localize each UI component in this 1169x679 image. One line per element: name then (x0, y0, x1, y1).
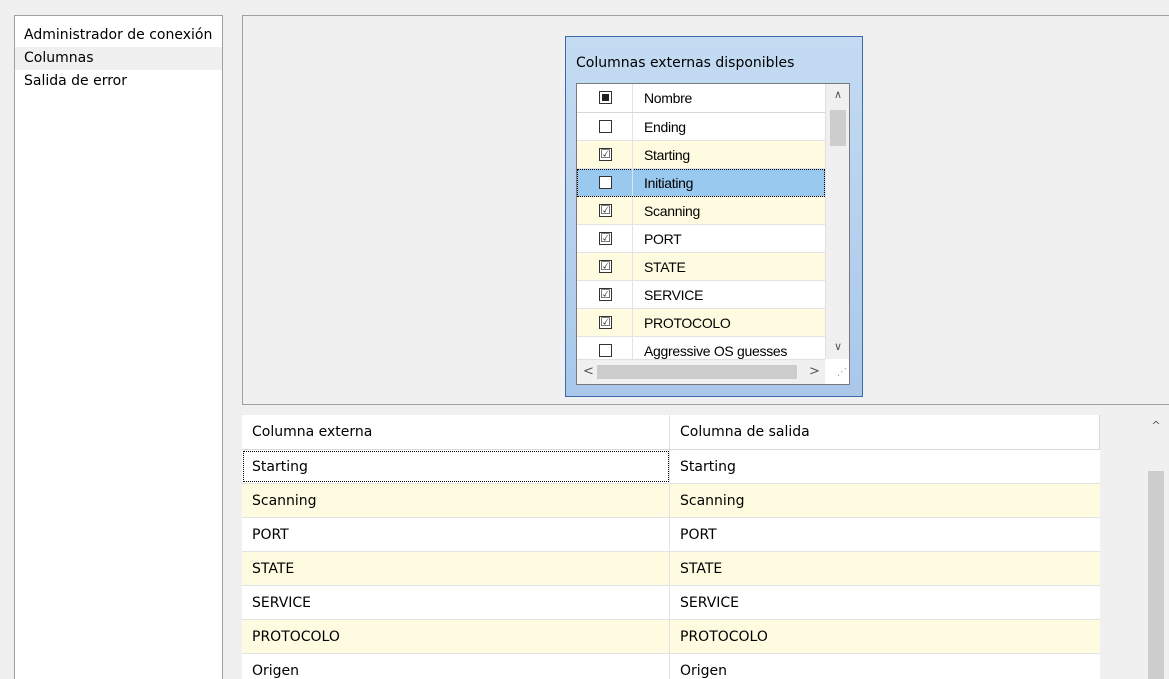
column-mapping-grid[interactable]: Columna externa Columna de salida Starti… (242, 415, 1169, 679)
list-item-label: PROTOCOLO (644, 315, 731, 331)
output-column-cell[interactable]: SERVICE (670, 586, 1100, 619)
nav-item-columns[interactable]: Columnas (15, 47, 222, 70)
list-item-label: SERVICE (644, 287, 704, 303)
table-row[interactable]: SERVICE SERVICE (242, 586, 1100, 620)
list-item[interactable]: ☑ STATE (577, 253, 825, 281)
scroll-right-icon[interactable]: > (809, 364, 820, 379)
external-column-cell[interactable]: PORT (242, 518, 670, 551)
nav-item-connection-manager[interactable]: Administrador de conexión (15, 24, 222, 47)
list-item-label: Scanning (644, 203, 700, 219)
nav-item-error-output[interactable]: Salida de error (15, 70, 222, 93)
grid-header: Columna externa Columna de salida (242, 415, 1100, 450)
available-columns-popup: Columnas externas disponibles Nombre End… (565, 36, 863, 397)
resize-grip-icon[interactable]: ⋰ (829, 364, 847, 382)
table-row[interactable]: STATE STATE (242, 552, 1100, 586)
external-column-cell[interactable]: Starting (242, 450, 670, 483)
table-row[interactable]: Scanning Scanning (242, 484, 1100, 518)
list-vertical-scrollbar[interactable]: ∧ ∨ (825, 84, 849, 359)
page-navigation: Administrador de conexión Columnas Salid… (14, 15, 223, 679)
list-item-label: Initiating (644, 175, 694, 191)
table-row[interactable]: PORT PORT (242, 518, 1100, 552)
table-row[interactable]: Origen Origen (242, 654, 1100, 679)
column-header-external[interactable]: Columna externa (242, 415, 670, 449)
table-row[interactable]: Starting Starting (242, 450, 1100, 484)
list-item-selected[interactable]: Initiating (577, 169, 825, 197)
list-horizontal-scrollbar[interactable]: < > (577, 359, 825, 384)
list-item[interactable]: ☑ PORT (577, 225, 825, 253)
list-header: Nombre (577, 84, 825, 113)
available-columns-list[interactable]: Nombre Ending ☑ Starting Initiating ☑ Sc… (576, 83, 850, 385)
list-item-checkbox[interactable]: ☑ (599, 316, 612, 329)
list-item-label: PORT (644, 231, 682, 247)
list-item-checkbox[interactable]: ☑ (599, 148, 612, 161)
list-item-checkbox[interactable]: ☑ (599, 288, 612, 301)
column-header-output[interactable]: Columna de salida (670, 415, 1100, 449)
output-column-cell[interactable]: PORT (670, 518, 1100, 551)
list-item[interactable]: ☑ Scanning (577, 197, 825, 225)
scroll-thumb[interactable] (830, 110, 846, 146)
list-item-label: Ending (644, 119, 686, 135)
scroll-thumb[interactable] (1148, 471, 1164, 679)
list-item-checkbox[interactable]: ☑ (599, 260, 612, 273)
list-item-checkbox[interactable] (599, 344, 612, 357)
external-column-cell[interactable]: STATE (242, 552, 670, 585)
list-item-label: STATE (644, 259, 686, 275)
popup-title: Columnas externas disponibles (576, 55, 795, 71)
scroll-down-icon[interactable]: ∨ (826, 340, 849, 353)
external-column-cell[interactable]: Scanning (242, 484, 670, 517)
list-item-checkbox[interactable] (599, 176, 612, 189)
list-item-checkbox[interactable]: ☑ (599, 232, 612, 245)
external-column-cell[interactable]: SERVICE (242, 586, 670, 619)
table-row[interactable]: PROTOCOLO PROTOCOLO (242, 620, 1100, 654)
list-item-label: Starting (644, 147, 690, 163)
output-column-cell[interactable]: Scanning (670, 484, 1100, 517)
grid-vertical-scrollbar[interactable]: ^ (1143, 415, 1169, 679)
select-all-checkbox[interactable] (599, 91, 612, 104)
external-column-cell[interactable]: Origen (242, 654, 670, 679)
list-item[interactable]: ☑ SERVICE (577, 281, 825, 309)
list-item-checkbox[interactable] (599, 120, 612, 133)
output-column-cell[interactable]: Starting (670, 450, 1100, 483)
external-column-cell[interactable]: PROTOCOLO (242, 620, 670, 653)
scroll-up-icon[interactable]: ∧ (826, 88, 849, 101)
scroll-thumb[interactable] (597, 365, 797, 379)
output-column-cell[interactable]: STATE (670, 552, 1100, 585)
list-header-label: Nombre (644, 90, 692, 106)
scroll-up-icon[interactable]: ^ (1143, 419, 1169, 432)
list-item[interactable]: ☑ Starting (577, 141, 825, 169)
list-item[interactable]: ☑ PROTOCOLO (577, 309, 825, 337)
output-column-cell[interactable]: Origen (670, 654, 1100, 679)
list-item-checkbox[interactable]: ☑ (599, 204, 612, 217)
list-item[interactable]: Ending (577, 113, 825, 141)
output-column-cell[interactable]: PROTOCOLO (670, 620, 1100, 653)
scroll-left-icon[interactable]: < (583, 364, 594, 379)
